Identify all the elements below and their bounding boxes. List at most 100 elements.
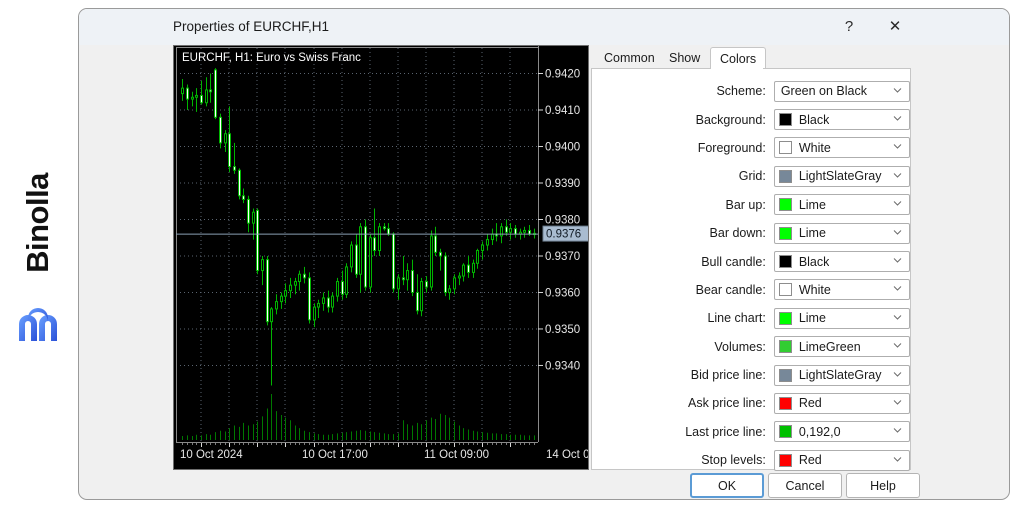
properties-dialog: Properties of EURCHF,H1 ? ✕ 0.9420 0.9410… bbox=[78, 8, 1010, 500]
color-swatch-stop-levels bbox=[778, 453, 792, 467]
chart-canvas: 0.9420 0.9410 0.9400 0.9390 0.9380 0.9370 0.93… bbox=[174, 46, 588, 469]
combo-value-ask-price-line: Red bbox=[798, 396, 822, 411]
setting-row-grid: Grid: LightSlateGray bbox=[592, 162, 910, 190]
setting-row-background: Background: Black bbox=[592, 105, 910, 133]
combo-ask-price-line[interactable]: Red bbox=[773, 392, 910, 414]
combo-value-bull-candle: Black bbox=[798, 254, 830, 269]
combo-last-price-line[interactable]: 0,192,0 bbox=[773, 421, 910, 443]
color-swatch-bid-price-line bbox=[778, 368, 792, 382]
svg-text:0.9390: 0.9390 bbox=[545, 178, 580, 190]
svg-text:0.9400: 0.9400 bbox=[545, 142, 580, 154]
chevron-down-icon bbox=[893, 228, 902, 237]
color-swatch-bull-candle bbox=[778, 255, 792, 269]
setting-label-bid-price-line: Bid price line: bbox=[690, 368, 766, 383]
combo-bull-candle[interactable]: Black bbox=[773, 251, 910, 273]
tab-colors[interactable]: Colors bbox=[710, 47, 767, 69]
tab-show[interactable]: Show bbox=[660, 47, 709, 69]
combo-value-background: Black bbox=[798, 112, 830, 127]
chevron-down-icon bbox=[893, 86, 902, 95]
help-button[interactable]: Help bbox=[846, 473, 920, 498]
svg-text:0.9410: 0.9410 bbox=[545, 105, 580, 117]
setting-row-bar-up: Bar up: Lime bbox=[592, 191, 910, 219]
setting-label-foreground: Foreground: bbox=[697, 140, 766, 155]
setting-label-scheme: Scheme: bbox=[716, 84, 766, 99]
chevron-down-icon bbox=[893, 142, 902, 151]
combo-line-chart[interactable]: Lime bbox=[773, 307, 910, 329]
combo-value-last-price-line: 0,192,0 bbox=[798, 424, 841, 439]
chevron-down-icon bbox=[893, 426, 902, 435]
settings-panel: Common Show Colors Scheme: Green on Black… bbox=[591, 45, 911, 471]
color-swatch-last-price-line bbox=[778, 425, 792, 439]
color-swatch-volumes bbox=[778, 340, 792, 354]
combo-foreground[interactable]: White bbox=[773, 137, 910, 159]
combo-value-bar-up: Lime bbox=[798, 197, 826, 212]
dialog-titlebar: Properties of EURCHF,H1 ? ✕ bbox=[79, 9, 1009, 45]
setting-label-bull-candle: Bull candle: bbox=[701, 254, 766, 269]
combo-background[interactable]: Black bbox=[773, 109, 910, 131]
chevron-down-icon bbox=[893, 313, 902, 322]
svg-text:0.9380: 0.9380 bbox=[545, 215, 580, 227]
color-swatch-bear-candle bbox=[778, 283, 792, 297]
setting-row-line-chart: Line chart: Lime bbox=[592, 304, 910, 332]
svg-text:10 Oct 17:00: 10 Oct 17:00 bbox=[302, 449, 368, 461]
tab-strip: Common Show Colors bbox=[591, 47, 911, 69]
svg-text:0.9420: 0.9420 bbox=[545, 69, 580, 81]
setting-label-last-price-line: Last price line: bbox=[685, 424, 766, 439]
color-swatch-line-chart bbox=[778, 311, 792, 325]
setting-row-last-price-line: Last price line: 0,192,0 bbox=[592, 418, 910, 446]
setting-label-line-chart: Line chart: bbox=[707, 311, 766, 326]
settings-rows: Scheme: Green on Black Background: Black For… bbox=[592, 77, 910, 474]
binolla-m-logo-icon bbox=[16, 308, 60, 342]
ok-button[interactable]: OK bbox=[690, 473, 764, 498]
help-icon[interactable]: ? bbox=[827, 9, 871, 43]
combo-stop-levels[interactable]: Red bbox=[773, 449, 910, 471]
combo-value-grid: LightSlateGray bbox=[798, 169, 882, 184]
svg-text:0.9340: 0.9340 bbox=[545, 360, 580, 372]
combo-scheme[interactable]: Green on Black bbox=[773, 80, 910, 102]
svg-text:0.9350: 0.9350 bbox=[545, 324, 580, 336]
svg-text:14 Oct 01:00: 14 Oct 01:00 bbox=[546, 449, 588, 461]
combo-value-stop-levels: Red bbox=[798, 453, 822, 468]
chevron-down-icon bbox=[893, 284, 902, 293]
chevron-down-icon bbox=[893, 398, 902, 407]
setting-label-stop-levels: Stop levels: bbox=[701, 453, 766, 468]
combo-bar-down[interactable]: Lime bbox=[773, 222, 910, 244]
color-swatch-ask-price-line bbox=[778, 396, 792, 410]
setting-row-bear-candle: Bear candle: White bbox=[592, 276, 910, 304]
setting-row-scheme: Scheme: Green on Black bbox=[592, 77, 910, 105]
setting-row-foreground: Foreground: White bbox=[592, 134, 910, 162]
color-swatch-background bbox=[778, 113, 792, 127]
cancel-button[interactable]: Cancel bbox=[768, 473, 842, 498]
color-swatch-bar-up bbox=[778, 198, 792, 212]
combo-bar-up[interactable]: Lime bbox=[773, 194, 910, 216]
setting-label-bear-candle: Bear candle: bbox=[695, 282, 766, 297]
color-swatch-grid bbox=[778, 169, 792, 183]
combo-volumes[interactable]: LimeGreen bbox=[773, 336, 910, 358]
combo-value-bar-down: Lime bbox=[798, 226, 826, 241]
combo-bid-price-line[interactable]: LightSlateGray bbox=[773, 364, 910, 386]
footer-buttons: OK Cancel Help bbox=[79, 473, 1009, 499]
setting-label-ask-price-line: Ask price line: bbox=[688, 396, 766, 411]
settings-body: Scheme: Green on Black Background: Black For… bbox=[591, 69, 911, 471]
setting-row-bull-candle: Bull candle: Black bbox=[592, 247, 910, 275]
chevron-down-icon bbox=[893, 256, 902, 265]
chevron-down-icon bbox=[893, 370, 902, 379]
color-swatch-foreground bbox=[778, 141, 792, 155]
combo-value-foreground: White bbox=[798, 140, 831, 155]
brand-panel: Binolla bbox=[0, 0, 78, 512]
combo-grid[interactable]: LightSlateGray bbox=[773, 165, 910, 187]
close-icon[interactable]: ✕ bbox=[873, 9, 917, 43]
chevron-down-icon bbox=[893, 171, 902, 180]
chart-preview[interactable]: 0.9420 0.9410 0.9400 0.9390 0.9380 0.9370 0.93… bbox=[173, 45, 589, 470]
setting-label-volumes: Volumes: bbox=[714, 339, 766, 354]
svg-text:0.9376: 0.9376 bbox=[546, 229, 581, 241]
combo-value-volumes: LimeGreen bbox=[798, 339, 861, 354]
color-swatch-bar-down bbox=[778, 226, 792, 240]
chevron-down-icon bbox=[893, 455, 902, 464]
tab-common[interactable]: Common bbox=[595, 47, 664, 69]
combo-bear-candle[interactable]: White bbox=[773, 279, 910, 301]
setting-label-background: Background: bbox=[695, 112, 766, 127]
setting-row-volumes: Volumes: LimeGreen bbox=[592, 333, 910, 361]
dialog-title: Properties of EURCHF,H1 bbox=[173, 19, 330, 34]
chevron-down-icon bbox=[893, 341, 902, 350]
